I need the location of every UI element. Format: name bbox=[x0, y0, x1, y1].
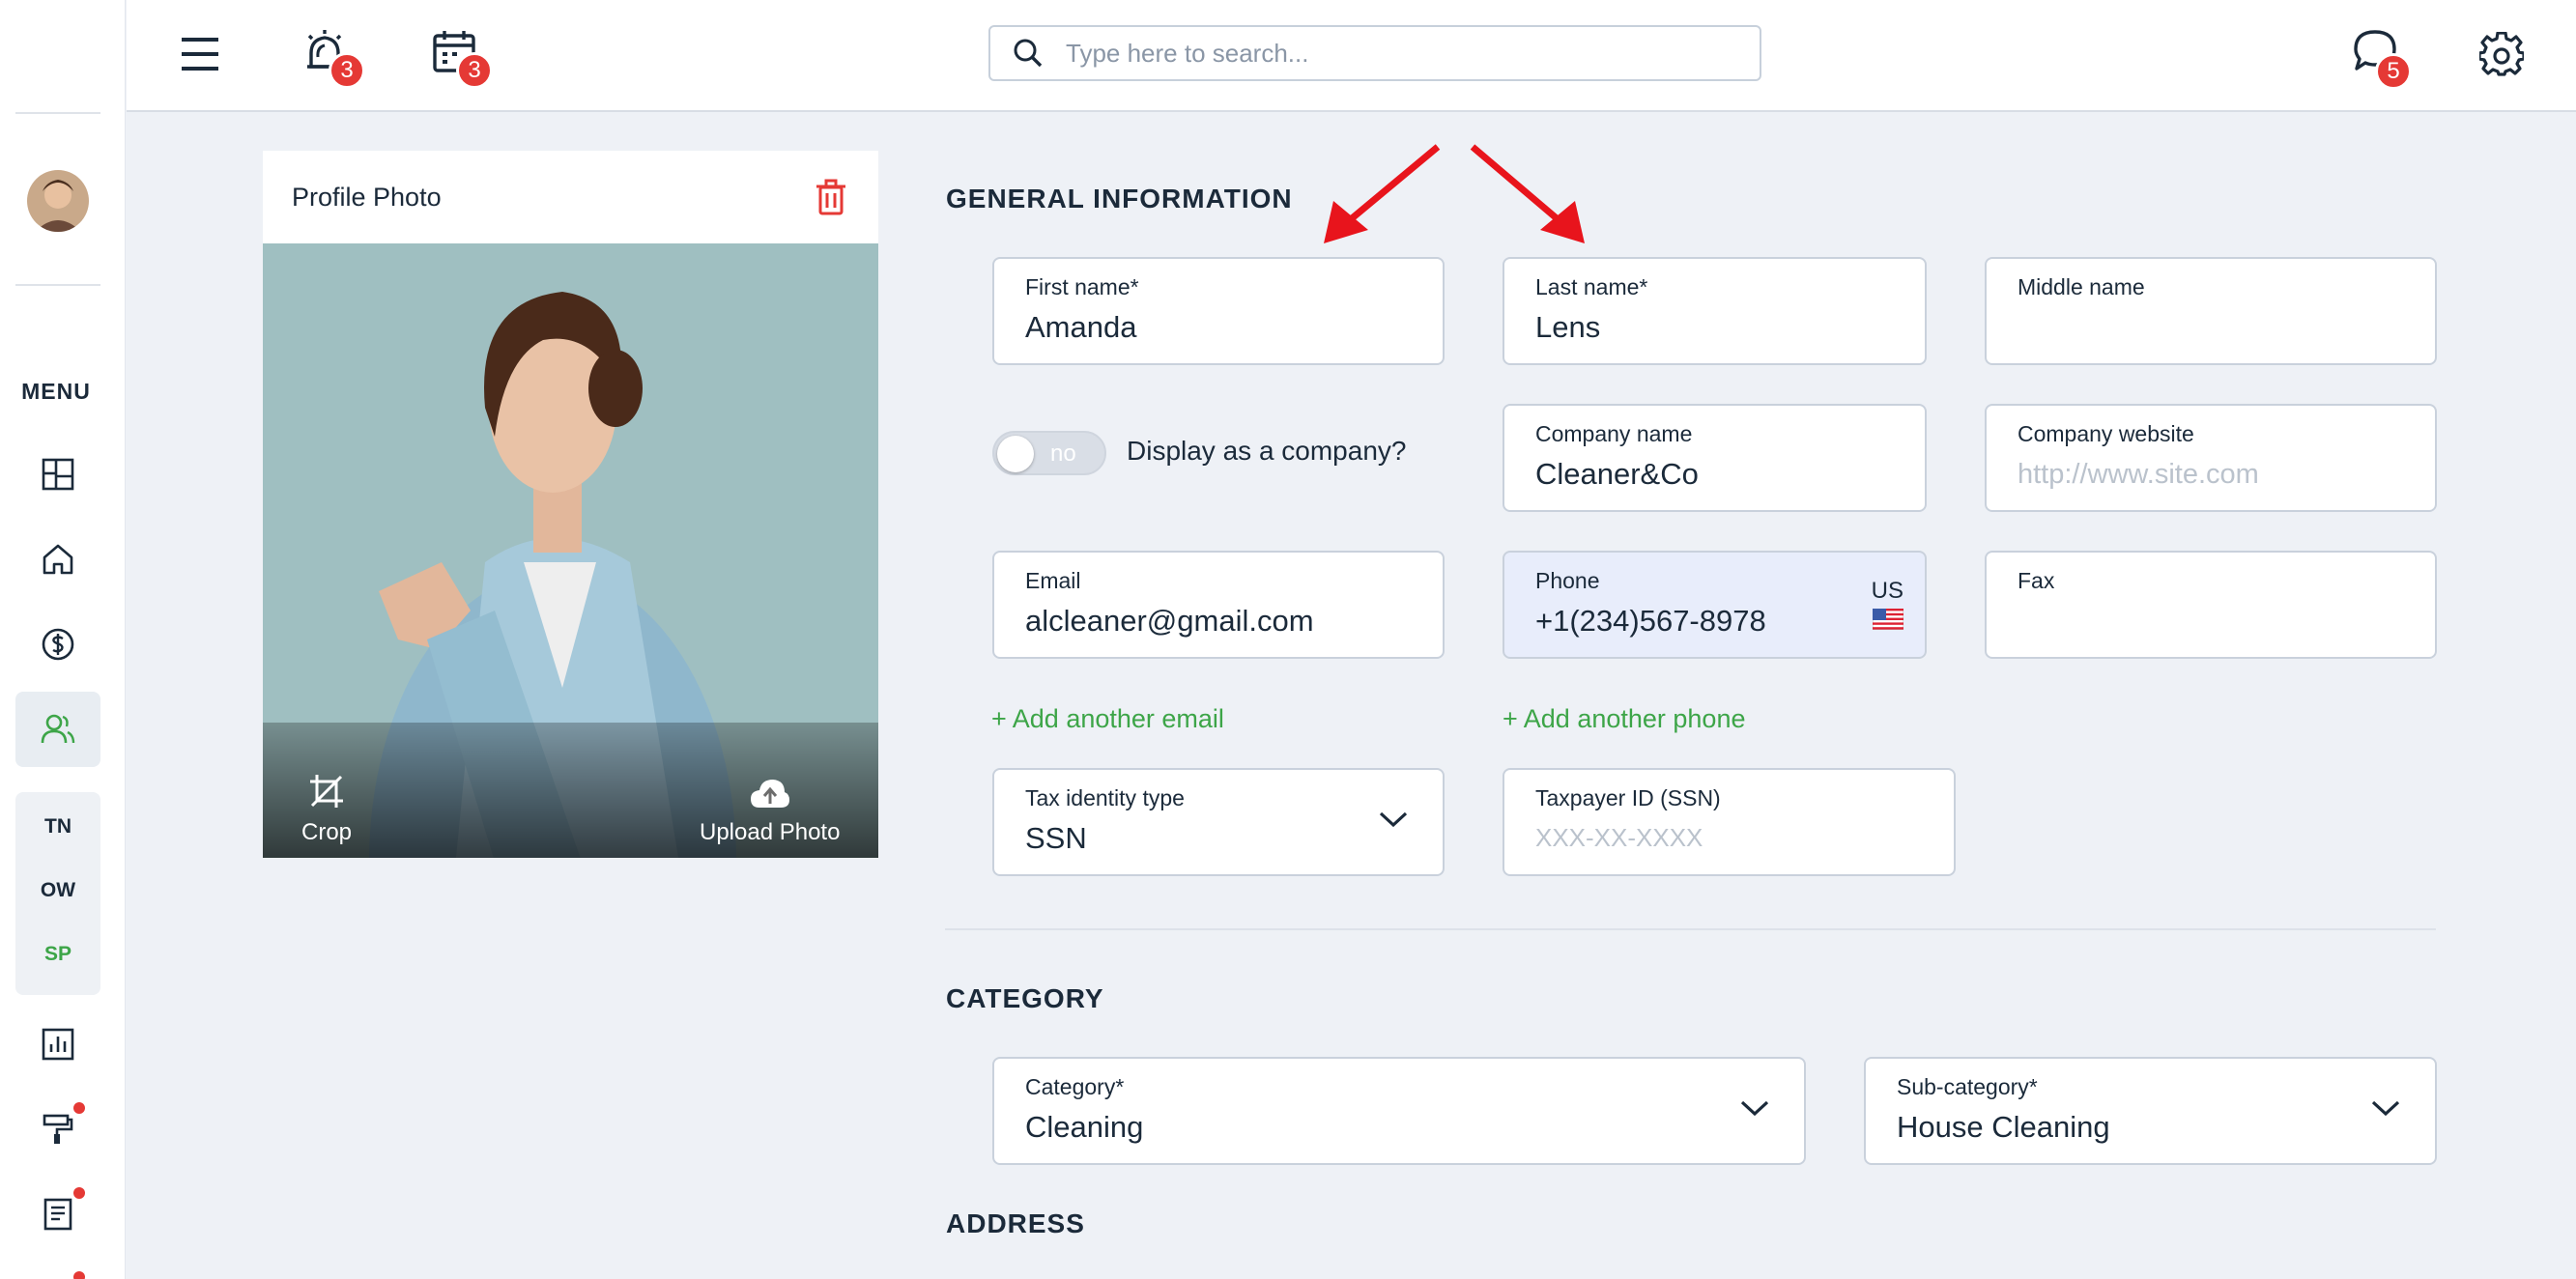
sidebar-item-users[interactable] bbox=[15, 692, 100, 767]
chevron-down-icon bbox=[1740, 1100, 1769, 1117]
chevron-down-icon bbox=[2371, 1100, 2400, 1117]
fax-label: Fax bbox=[2018, 568, 2055, 593]
users-icon bbox=[41, 714, 75, 744]
add-email-link[interactable]: + Add another email bbox=[991, 704, 1224, 734]
profile-photo-title: Profile Photo bbox=[292, 182, 442, 212]
sidebar-item-home[interactable] bbox=[15, 522, 100, 597]
document-icon bbox=[43, 1198, 72, 1231]
sidebar-divider bbox=[15, 284, 100, 286]
sidebar-divider bbox=[15, 112, 100, 114]
crop-icon bbox=[310, 775, 344, 808]
profile-photo-card: Profile Photo Crop Upload Photo bbox=[263, 151, 878, 858]
category-select[interactable]: Category* Cleaning bbox=[992, 1057, 1806, 1165]
taxpayer-id-placeholder[interactable]: XXX-XX-XXXX bbox=[1535, 823, 1954, 853]
phone-label: Phone bbox=[1535, 568, 1600, 593]
sidebar: MENU TN OW SP bbox=[0, 0, 126, 1279]
cloud-upload-icon bbox=[750, 780, 789, 808]
tax-identity-type-label: Tax identity type bbox=[1025, 785, 1185, 810]
phone-value[interactable]: +1(234)567-8978 bbox=[1535, 604, 1925, 639]
add-phone-link[interactable]: + Add another phone bbox=[1503, 704, 1745, 734]
sidebar-sub-item-sp[interactable]: SP bbox=[15, 943, 100, 966]
first-name-label: First name* bbox=[1025, 274, 1139, 299]
section-divider bbox=[945, 928, 2436, 930]
sub-category-select[interactable]: Sub-category* House Cleaning bbox=[1864, 1057, 2437, 1165]
last-name-field[interactable]: Last name* Lens bbox=[1503, 257, 1927, 365]
calendar-badge: 3 bbox=[456, 52, 493, 89]
menu-label: MENU bbox=[21, 379, 91, 404]
sub-category-value: House Cleaning bbox=[1897, 1110, 2110, 1144]
us-flag-icon bbox=[1872, 608, 1904, 631]
company-website-field[interactable]: Company website http://www.site.com bbox=[1985, 404, 2437, 512]
last-name-value[interactable]: Lens bbox=[1535, 310, 1925, 345]
chart-icon bbox=[42, 1028, 74, 1061]
company-website-label: Company website bbox=[2018, 421, 2194, 446]
first-name-field[interactable]: First name* Amanda bbox=[992, 257, 1445, 365]
fax-field[interactable]: Fax bbox=[1985, 551, 2437, 659]
crop-button[interactable]: Crop bbox=[301, 773, 352, 846]
category-label: Category* bbox=[1025, 1074, 1125, 1099]
middle-name-field[interactable]: Middle name bbox=[1985, 257, 2437, 365]
email-label: Email bbox=[1025, 568, 1081, 593]
search-bar[interactable] bbox=[988, 25, 1761, 81]
crop-label: Crop bbox=[301, 819, 353, 845]
company-toggle[interactable]: no bbox=[992, 431, 1106, 475]
top-bar bbox=[127, 0, 2576, 112]
company-toggle-label: Display as a company? bbox=[1127, 436, 1407, 466]
toggle-state: no bbox=[1050, 441, 1076, 467]
delete-photo-icon[interactable] bbox=[815, 179, 847, 215]
sidebar-sub-item-ow[interactable]: OW bbox=[15, 879, 100, 902]
search-input[interactable] bbox=[1066, 38, 1742, 69]
category-value: Cleaning bbox=[1025, 1110, 1144, 1144]
company-name-field[interactable]: Company name Cleaner&Co bbox=[1503, 404, 1927, 512]
sidebar-item-tools[interactable] bbox=[15, 1092, 100, 1167]
address-section-title: ADDRESS bbox=[946, 1208, 1085, 1238]
dollar-icon bbox=[42, 628, 74, 661]
sidebar-item-finance[interactable] bbox=[15, 607, 100, 682]
sidebar-item-dashboard[interactable] bbox=[15, 437, 100, 512]
reminders-badge: 3 bbox=[329, 52, 365, 89]
avatar[interactable] bbox=[27, 170, 89, 232]
notification-dot bbox=[73, 1187, 85, 1199]
settings-button[interactable] bbox=[2475, 27, 2529, 81]
taxpayer-id-label: Taxpayer ID (SSN) bbox=[1535, 785, 1721, 810]
category-section-title: CATEGORY bbox=[946, 983, 1104, 1013]
paint-roller-icon bbox=[43, 1114, 73, 1144]
notification-dot bbox=[73, 1102, 85, 1114]
phone-field[interactable]: Phone +1(234)567-8978 US bbox=[1503, 551, 1927, 659]
sidebar-item-documents[interactable] bbox=[15, 1177, 100, 1252]
company-website-placeholder[interactable]: http://www.site.com bbox=[2018, 459, 2435, 491]
first-name-value[interactable]: Amanda bbox=[1025, 310, 1443, 345]
tax-identity-type-select[interactable]: Tax identity type SSN bbox=[992, 768, 1445, 876]
company-name-value[interactable]: Cleaner&Co bbox=[1535, 457, 1925, 492]
photo-toolbar: Crop Upload Photo bbox=[263, 723, 878, 858]
profile-photo: Crop Upload Photo bbox=[263, 243, 878, 858]
general-information-title: GENERAL INFORMATION bbox=[946, 184, 1293, 213]
taxpayer-id-field[interactable]: Taxpayer ID (SSN) XXX-XX-XXXX bbox=[1503, 768, 1956, 876]
gear-icon bbox=[2479, 32, 2524, 76]
upload-photo-button[interactable]: Upload Photo bbox=[700, 777, 840, 846]
sub-category-label: Sub-category* bbox=[1897, 1074, 2038, 1099]
sidebar-sub-item-tn[interactable]: TN bbox=[15, 815, 100, 838]
hamburger-menu-button[interactable] bbox=[175, 29, 225, 79]
toggle-knob bbox=[997, 436, 1034, 472]
middle-name-label: Middle name bbox=[2018, 274, 2145, 299]
chevron-down-icon bbox=[1379, 811, 1408, 828]
notification-dot bbox=[73, 1271, 85, 1279]
messages-badge: 5 bbox=[2375, 53, 2412, 90]
search-icon bbox=[1014, 39, 1043, 68]
sidebar-item-reports[interactable] bbox=[15, 1007, 100, 1082]
email-value[interactable]: alcleaner@gmail.com bbox=[1025, 604, 1443, 639]
dashboard-icon bbox=[42, 458, 74, 491]
annotation-arrows bbox=[1324, 144, 1585, 243]
hamburger-icon bbox=[182, 38, 218, 71]
last-name-label: Last name* bbox=[1535, 274, 1648, 299]
company-name-label: Company name bbox=[1535, 421, 1693, 446]
email-field[interactable]: Email alcleaner@gmail.com bbox=[992, 551, 1445, 659]
home-icon bbox=[43, 544, 73, 575]
phone-country-selector[interactable]: US bbox=[1871, 578, 1904, 637]
phone-country-code: US bbox=[1871, 578, 1903, 604]
sidebar-submenu: TN OW SP bbox=[15, 792, 100, 995]
upload-photo-label: Upload Photo bbox=[700, 819, 841, 845]
